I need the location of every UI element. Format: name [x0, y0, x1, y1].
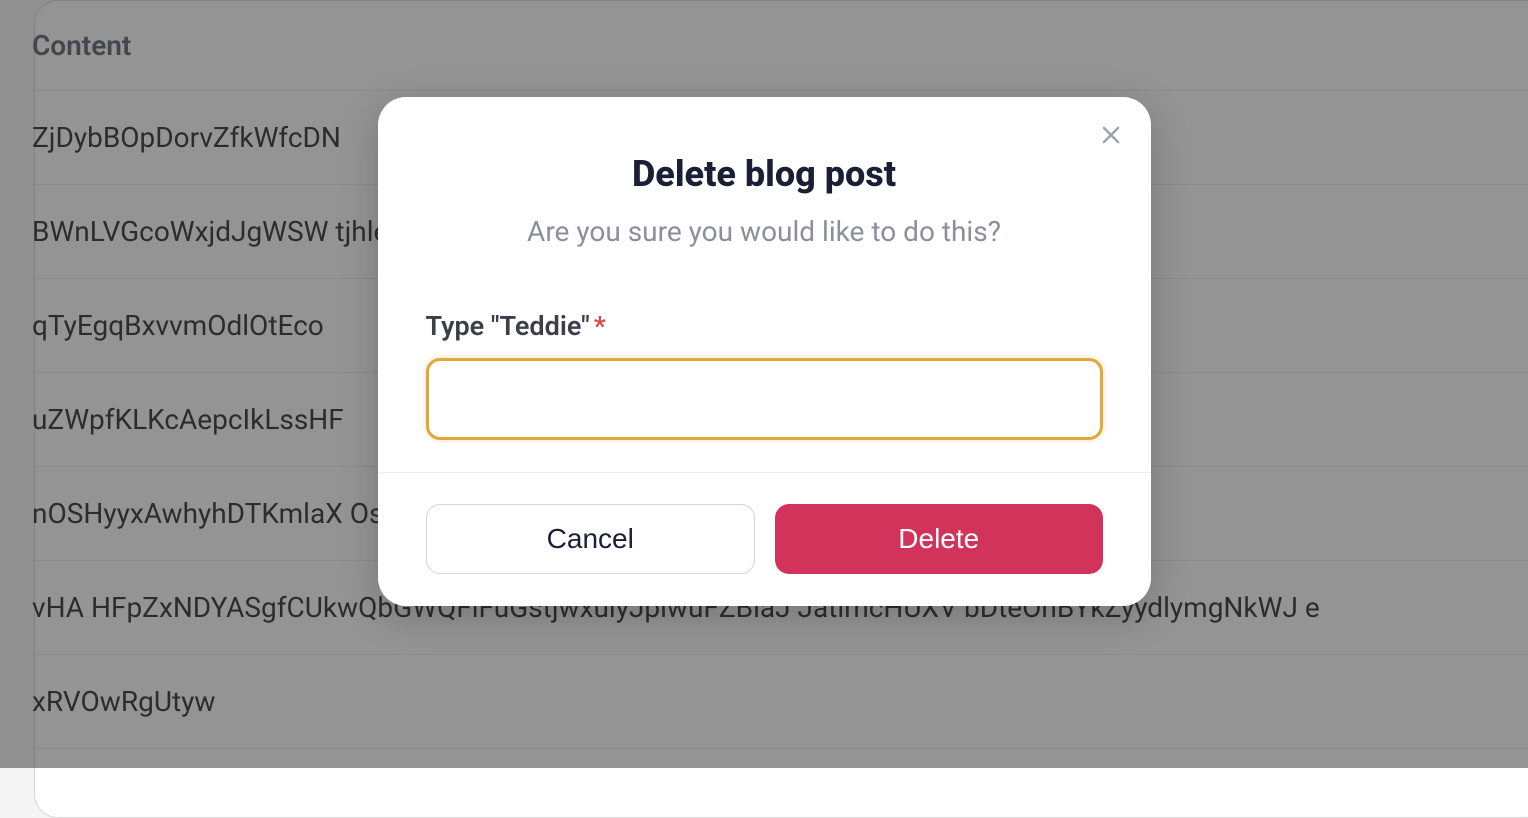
required-asterisk: *	[594, 310, 606, 342]
modal-body: Type "Teddie"*	[378, 258, 1151, 472]
confirm-input-label: Type "Teddie"*	[426, 310, 1103, 342]
modal-header: Delete blog post Are you sure you would …	[378, 97, 1151, 258]
modal-title: Delete blog post	[426, 153, 1103, 195]
close-icon	[1099, 123, 1123, 147]
modal-subtitle: Are you sure you would like to do this?	[426, 215, 1103, 248]
close-button[interactable]	[1095, 119, 1127, 151]
modal-footer: Cancel Delete	[378, 472, 1151, 606]
delete-button[interactable]: Delete	[775, 504, 1103, 574]
delete-confirmation-modal: Delete blog post Are you sure you would …	[378, 97, 1151, 606]
cancel-button[interactable]: Cancel	[426, 504, 756, 574]
modal-overlay: Delete blog post Are you sure you would …	[0, 0, 1528, 768]
input-label-text: Type "Teddie"	[426, 310, 590, 342]
confirm-input[interactable]	[426, 358, 1103, 440]
